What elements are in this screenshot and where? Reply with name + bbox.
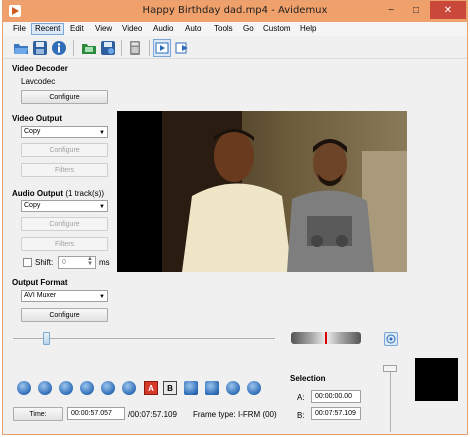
menu-tools[interactable]: Tools	[210, 23, 237, 35]
video-output-configure-button[interactable]: Configure	[21, 143, 108, 157]
time-button[interactable]: Time:	[13, 407, 63, 421]
current-time-field[interactable]: 00:00:57.057	[67, 407, 125, 420]
video-output-filters-button[interactable]: Filters	[21, 163, 108, 177]
close-button[interactable]: ✕	[430, 1, 466, 19]
selection-title: Selection	[290, 374, 326, 383]
video-decoder-title: Video Decoder	[12, 64, 68, 73]
play-button[interactable]	[17, 381, 31, 395]
chevron-down-icon: ▼	[99, 204, 105, 210]
stop-button[interactable]	[38, 381, 52, 395]
previous-black-frame-button[interactable]	[184, 381, 198, 395]
set-marker-b-button[interactable]: B	[163, 381, 177, 395]
preview-input-icon	[155, 42, 169, 54]
selection-a-field[interactable]: 00:00:00.00	[311, 390, 361, 403]
output-format-select[interactable]: AVI Muxer ▼	[21, 290, 108, 302]
save-icon[interactable]	[32, 40, 48, 56]
preview-output-icon[interactable]	[174, 40, 190, 56]
main-window: Happy Birthday dad.mp4 - Avidemux − □ ✕ …	[2, 0, 468, 435]
menubar: File Recent Edit View Video Audio Auto T…	[3, 22, 467, 36]
toolbar-separator	[149, 40, 150, 56]
shift-value: 0	[62, 259, 66, 266]
audio-output-select[interactable]: Copy ▼	[21, 200, 108, 212]
audio-output-select-value: Copy	[24, 202, 41, 209]
timeline-track[interactable]	[13, 338, 275, 339]
toolbar	[3, 37, 467, 59]
next-keyframe-button[interactable]	[122, 381, 136, 395]
previous-frame-button[interactable]	[59, 381, 73, 395]
preview-input-button[interactable]	[153, 39, 171, 57]
save-video-icon[interactable]	[100, 40, 116, 56]
maximize-button[interactable]: □	[404, 1, 428, 19]
toolbar-separator	[121, 40, 122, 56]
shift-checkbox[interactable]	[23, 258, 32, 267]
chevron-down-icon: ▼	[99, 294, 105, 300]
video-preview	[117, 111, 407, 272]
audio-meter-display	[415, 358, 458, 401]
output-format-title: Output Format	[12, 278, 68, 287]
menu-file[interactable]: File	[9, 23, 30, 35]
titlebar: Happy Birthday dad.mp4 - Avidemux − □ ✕	[3, 1, 467, 22]
open-icon[interactable]	[13, 40, 29, 56]
minimize-button[interactable]: −	[379, 1, 403, 19]
menu-view[interactable]: View	[91, 23, 116, 35]
selection-b-label: B:	[297, 411, 305, 420]
open-video-icon[interactable]	[81, 40, 97, 56]
volume-slider-track[interactable]	[390, 366, 391, 432]
video-decoder-configure-button[interactable]: Configure	[21, 90, 108, 104]
output-format-select-value: AVI Muxer	[24, 292, 57, 299]
audio-output-filters-button[interactable]: Filters	[21, 237, 108, 251]
selection-b-field[interactable]: 00:07:57.109	[311, 407, 361, 420]
menu-auto[interactable]: Auto	[181, 23, 205, 35]
menu-go[interactable]: Go	[239, 23, 258, 35]
audio-output-configure-button[interactable]: Configure	[21, 217, 108, 231]
video-frame-image	[162, 111, 407, 272]
shift-unit: ms	[99, 258, 110, 267]
next-black-frame-button[interactable]	[205, 381, 219, 395]
speaker-icon	[386, 334, 396, 344]
video-output-title: Video Output	[12, 114, 63, 123]
menu-video[interactable]: Video	[118, 23, 146, 35]
menu-edit[interactable]: Edit	[66, 23, 88, 35]
audio-output-title: Audio Output	[12, 189, 64, 198]
menu-help[interactable]: Help	[296, 23, 320, 35]
timeline-slider-thumb[interactable]	[43, 332, 50, 345]
output-format-configure-button[interactable]: Configure	[21, 308, 108, 322]
menu-audio[interactable]: Audio	[149, 23, 177, 35]
volume-slider-thumb[interactable]	[383, 365, 397, 372]
go-to-last-frame-button[interactable]	[247, 381, 261, 395]
chevron-down-icon: ▼	[99, 130, 105, 136]
jog-shuttle-marker	[325, 332, 327, 344]
previous-keyframe-button[interactable]	[101, 381, 115, 395]
info-icon[interactable]	[51, 40, 67, 56]
spin-arrows-icon[interactable]: ▲ ▼	[87, 256, 93, 267]
menu-recent[interactable]: Recent	[31, 23, 65, 35]
shift-value-field[interactable]: 0 ▲ ▼	[58, 256, 96, 269]
frame-type-label: Frame type:	[193, 410, 236, 419]
video-output-select-value: Copy	[24, 128, 41, 135]
video-output-select[interactable]: Copy ▼	[21, 126, 108, 138]
audio-output-tracks: (1 track(s))	[65, 189, 104, 198]
shift-label: Shift:	[35, 258, 54, 267]
toolbar-separator	[73, 40, 74, 56]
next-frame-button[interactable]	[80, 381, 94, 395]
total-time: /00:07:57.109	[128, 410, 177, 419]
calculator-icon[interactable]	[127, 40, 143, 56]
selection-a-label: A:	[297, 393, 305, 402]
set-marker-a-button[interactable]: A	[144, 381, 158, 395]
video-decoder-codec: Lavcodec	[21, 77, 56, 86]
volume-icon[interactable]	[384, 332, 398, 346]
audio-output-title-row: Audio Output (1 track(s))	[12, 189, 104, 198]
frame-type-value: I-FRM (00)	[238, 410, 277, 419]
menu-custom[interactable]: Custom	[259, 23, 295, 35]
go-to-first-frame-button[interactable]	[226, 381, 240, 395]
